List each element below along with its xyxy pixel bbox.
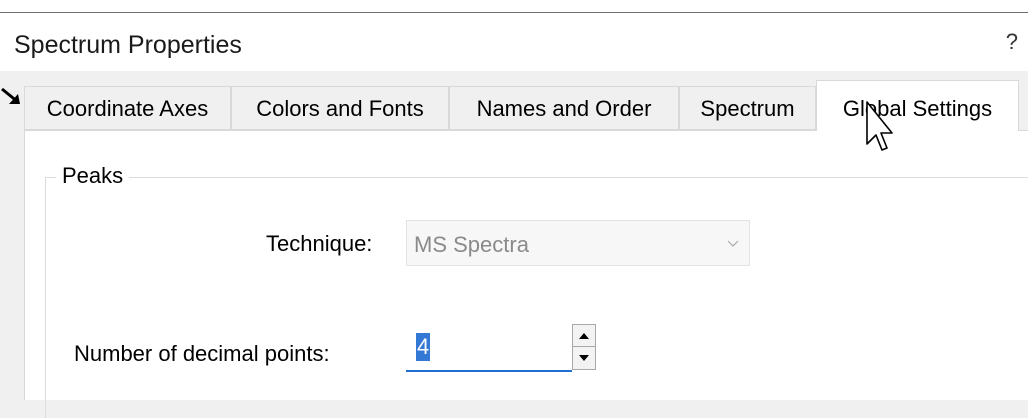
technique-select[interactable]: MS Spectra [406, 220, 750, 266]
dialog-title-bar: Spectrum Properties ? [0, 13, 1028, 71]
help-button[interactable]: ? [1006, 29, 1018, 55]
decimal-points-spinner [572, 324, 596, 370]
tab-label: Coordinate Axes [46, 96, 209, 121]
tab-label: Spectrum [700, 96, 795, 121]
pointer-arrow-icon [1, 87, 20, 104]
tab-colors-and-fonts[interactable]: Colors and Fonts [231, 86, 449, 130]
technique-value: MS Spectra [414, 232, 529, 257]
mouse-cursor-icon [866, 101, 893, 151]
tab-spectrum[interactable]: Spectrum [679, 86, 816, 130]
tab-coordinate-axes[interactable]: Coordinate Axes [24, 86, 231, 130]
spin-down-button[interactable] [573, 347, 595, 369]
decimal-points-value: 4 [416, 333, 431, 361]
spin-up-icon [579, 333, 589, 339]
spin-up-button[interactable] [573, 325, 595, 347]
tab-global-settings[interactable]: Global Settings [816, 80, 1019, 131]
tab-names-and-order[interactable]: Names and Order [449, 86, 679, 130]
dialog-title: Spectrum Properties [14, 31, 242, 59]
tab-label: Names and Order [476, 96, 652, 121]
peaks-group-label: Peaks [56, 163, 130, 189]
decimal-points-label: Number of decimal points: [74, 341, 330, 366]
technique-label: Technique: [266, 231, 373, 256]
spin-down-icon [579, 355, 589, 361]
tab-label: Colors and Fonts [256, 96, 424, 121]
tab-panel: Peaks Technique: MS Spectra Number of de… [24, 130, 1028, 418]
window-top-strip [0, 0, 1028, 13]
peaks-groupbox [45, 177, 1028, 418]
decimal-points-input[interactable]: 4 [406, 323, 572, 372]
chevron-down-icon [727, 240, 739, 247]
